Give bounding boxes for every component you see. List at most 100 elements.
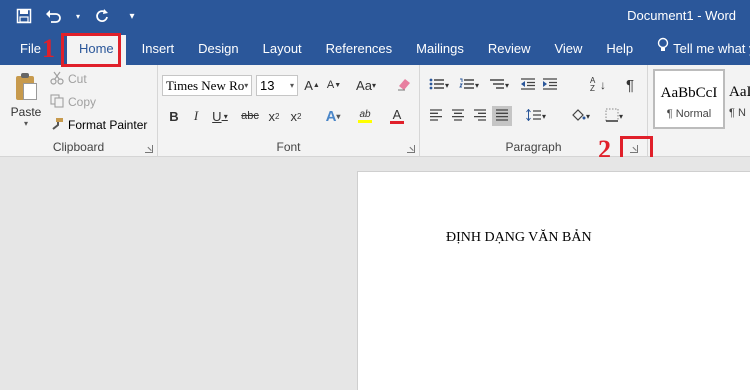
save-icon[interactable] bbox=[14, 6, 34, 26]
font-name-value: Times New Ro bbox=[166, 77, 245, 93]
font-dialog-launcher-icon[interactable] bbox=[407, 145, 415, 153]
paragraph-group-label: Paragraph bbox=[505, 140, 562, 154]
scissors-icon bbox=[50, 71, 64, 88]
redo-icon[interactable] bbox=[92, 6, 112, 26]
highlight-button[interactable]: ab bbox=[352, 106, 378, 126]
lightbulb-icon bbox=[657, 33, 669, 65]
justify-button[interactable] bbox=[492, 106, 512, 126]
show-hide-marks-button[interactable]: ¶ bbox=[620, 75, 640, 95]
paste-icon bbox=[14, 73, 38, 101]
tell-me-box[interactable]: Tell me what you bbox=[645, 33, 750, 65]
change-case-button[interactable]: Aa ▾ bbox=[352, 75, 380, 95]
format-painter-label: Format Painter bbox=[68, 118, 148, 132]
style-no-spacing[interactable]: AaI ¶ N bbox=[728, 69, 750, 129]
shrink-font-button[interactable]: A ▼ bbox=[324, 75, 344, 95]
font-size-dropdown-icon: ▾ bbox=[289, 81, 294, 90]
line-spacing-button[interactable]: ▾ bbox=[522, 106, 550, 126]
styles-gallery: AaBbCcI ¶ Normal AaI ¶ N bbox=[650, 67, 750, 135]
increase-indent-button[interactable] bbox=[540, 75, 560, 95]
align-right-icon bbox=[473, 108, 487, 124]
style-normal-sample: AaBbCcI bbox=[660, 85, 718, 101]
tab-references[interactable]: References bbox=[314, 33, 404, 65]
font-name-dropdown-icon: ▾ bbox=[244, 81, 249, 90]
tab-mailings[interactable]: Mailings bbox=[404, 33, 476, 65]
italic-label: I bbox=[193, 108, 199, 123]
bold-label: B bbox=[169, 108, 179, 124]
undo-dropdown-icon[interactable]: ▾ bbox=[74, 6, 82, 26]
increase-indent-icon bbox=[542, 77, 558, 93]
tab-view[interactable]: View bbox=[542, 33, 594, 65]
paint-bucket-icon bbox=[570, 108, 586, 125]
shading-button[interactable]: ▾ bbox=[566, 106, 594, 126]
underline-label: U bbox=[212, 108, 222, 124]
font-name-box[interactable]: Times New Ro ▾ bbox=[162, 75, 252, 96]
customize-toolbar-icon[interactable]: ▾ bbox=[122, 6, 142, 26]
document-canvas: ĐỊNH DẠNG VĂN BẢN bbox=[0, 157, 750, 390]
copy-icon bbox=[50, 93, 64, 111]
align-left-icon bbox=[429, 108, 443, 124]
grow-font-button[interactable]: A ▲ bbox=[302, 75, 322, 95]
clipboard-dialog-launcher-icon[interactable] bbox=[145, 145, 153, 153]
cut-button[interactable]: Cut bbox=[50, 69, 87, 89]
change-case-label: Aa bbox=[356, 77, 372, 93]
numbering-button[interactable]: ▾ bbox=[456, 75, 482, 95]
tab-design[interactable]: Design bbox=[186, 33, 250, 65]
superscript-button[interactable]: x2 bbox=[286, 106, 306, 126]
clear-formatting-button[interactable] bbox=[394, 75, 414, 95]
decrease-indent-icon bbox=[520, 77, 536, 93]
line-spacing-icon bbox=[526, 108, 542, 124]
font-size-box[interactable]: 13 ▾ bbox=[256, 75, 298, 96]
tell-me-text: Tell me what you bbox=[673, 41, 750, 56]
align-center-button[interactable] bbox=[448, 106, 468, 126]
paste-label: Paste bbox=[10, 105, 42, 119]
bold-button[interactable]: B bbox=[164, 106, 184, 126]
annotation-box-home-tab bbox=[61, 33, 121, 67]
align-center-icon bbox=[451, 108, 465, 124]
document-page[interactable]: ĐỊNH DẠNG VĂN BẢN bbox=[357, 171, 750, 390]
superscript-mark: 2 bbox=[297, 111, 302, 121]
subscript-mark: 2 bbox=[275, 111, 280, 121]
style-no-spacing-name: ¶ N bbox=[729, 107, 746, 119]
justify-icon bbox=[495, 108, 509, 124]
copy-button[interactable]: Copy bbox=[50, 92, 96, 112]
shrink-font-label: A bbox=[326, 79, 335, 91]
underline-button[interactable]: U ▾ bbox=[208, 106, 232, 126]
paste-button[interactable]: Paste ▾ bbox=[8, 71, 44, 131]
sort-icon: A Z ↓ bbox=[590, 76, 606, 93]
italic-button[interactable]: I bbox=[186, 106, 206, 126]
text-effects-label: A bbox=[325, 107, 337, 125]
clipboard-group: Paste ▾ Cut Copy Format Painter Clipboar… bbox=[0, 65, 158, 157]
strikethrough-label: abc bbox=[241, 110, 259, 122]
eraser-icon bbox=[396, 76, 412, 95]
undo-icon[interactable] bbox=[44, 6, 64, 26]
paintbrush-icon bbox=[50, 117, 64, 134]
decrease-indent-button[interactable] bbox=[518, 75, 538, 95]
document-text[interactable]: ĐỊNH DẠNG VĂN BẢN bbox=[446, 230, 592, 246]
bullets-button[interactable]: ▾ bbox=[426, 75, 452, 95]
pilcrow-icon: ¶ bbox=[625, 76, 635, 94]
align-left-button[interactable] bbox=[426, 106, 446, 126]
text-effects-button[interactable]: A ▾ bbox=[320, 106, 346, 126]
tab-insert[interactable]: Insert bbox=[130, 33, 187, 65]
font-group: Times New Ro ▾ 13 ▾ A ▲ A ▼ Aa ▾ B I U ▾ ab… bbox=[158, 65, 420, 157]
tab-layout[interactable]: Layout bbox=[251, 33, 314, 65]
tab-review[interactable]: Review bbox=[476, 33, 543, 65]
strikethrough-button[interactable]: abc bbox=[238, 106, 262, 126]
highlighter-icon: ab bbox=[359, 109, 371, 120]
paste-dropdown-icon: ▾ bbox=[23, 119, 28, 128]
font-size-value: 13 bbox=[260, 78, 275, 93]
align-right-button[interactable] bbox=[470, 106, 490, 126]
tab-help[interactable]: Help bbox=[594, 33, 645, 65]
font-color-label: A bbox=[392, 107, 402, 122]
clipboard-group-label: Clipboard bbox=[52, 140, 105, 154]
font-color-button[interactable]: A bbox=[384, 106, 410, 126]
style-normal-name: ¶ Normal bbox=[666, 108, 712, 120]
multilevel-list-button[interactable]: ▾ bbox=[486, 75, 512, 95]
style-normal[interactable]: AaBbCcI ¶ Normal bbox=[653, 69, 725, 129]
copy-label: Copy bbox=[68, 95, 97, 109]
format-painter-button[interactable]: Format Painter bbox=[50, 115, 147, 135]
borders-button[interactable]: ▾ bbox=[600, 106, 628, 126]
paragraph-group: ▾ ▾ ▾ A Z ↓ ¶ ▾ ▾ ▾ Paragraph bbox=[420, 65, 648, 157]
subscript-button[interactable]: x2 bbox=[264, 106, 284, 126]
sort-button[interactable]: A Z ↓ bbox=[588, 75, 608, 95]
